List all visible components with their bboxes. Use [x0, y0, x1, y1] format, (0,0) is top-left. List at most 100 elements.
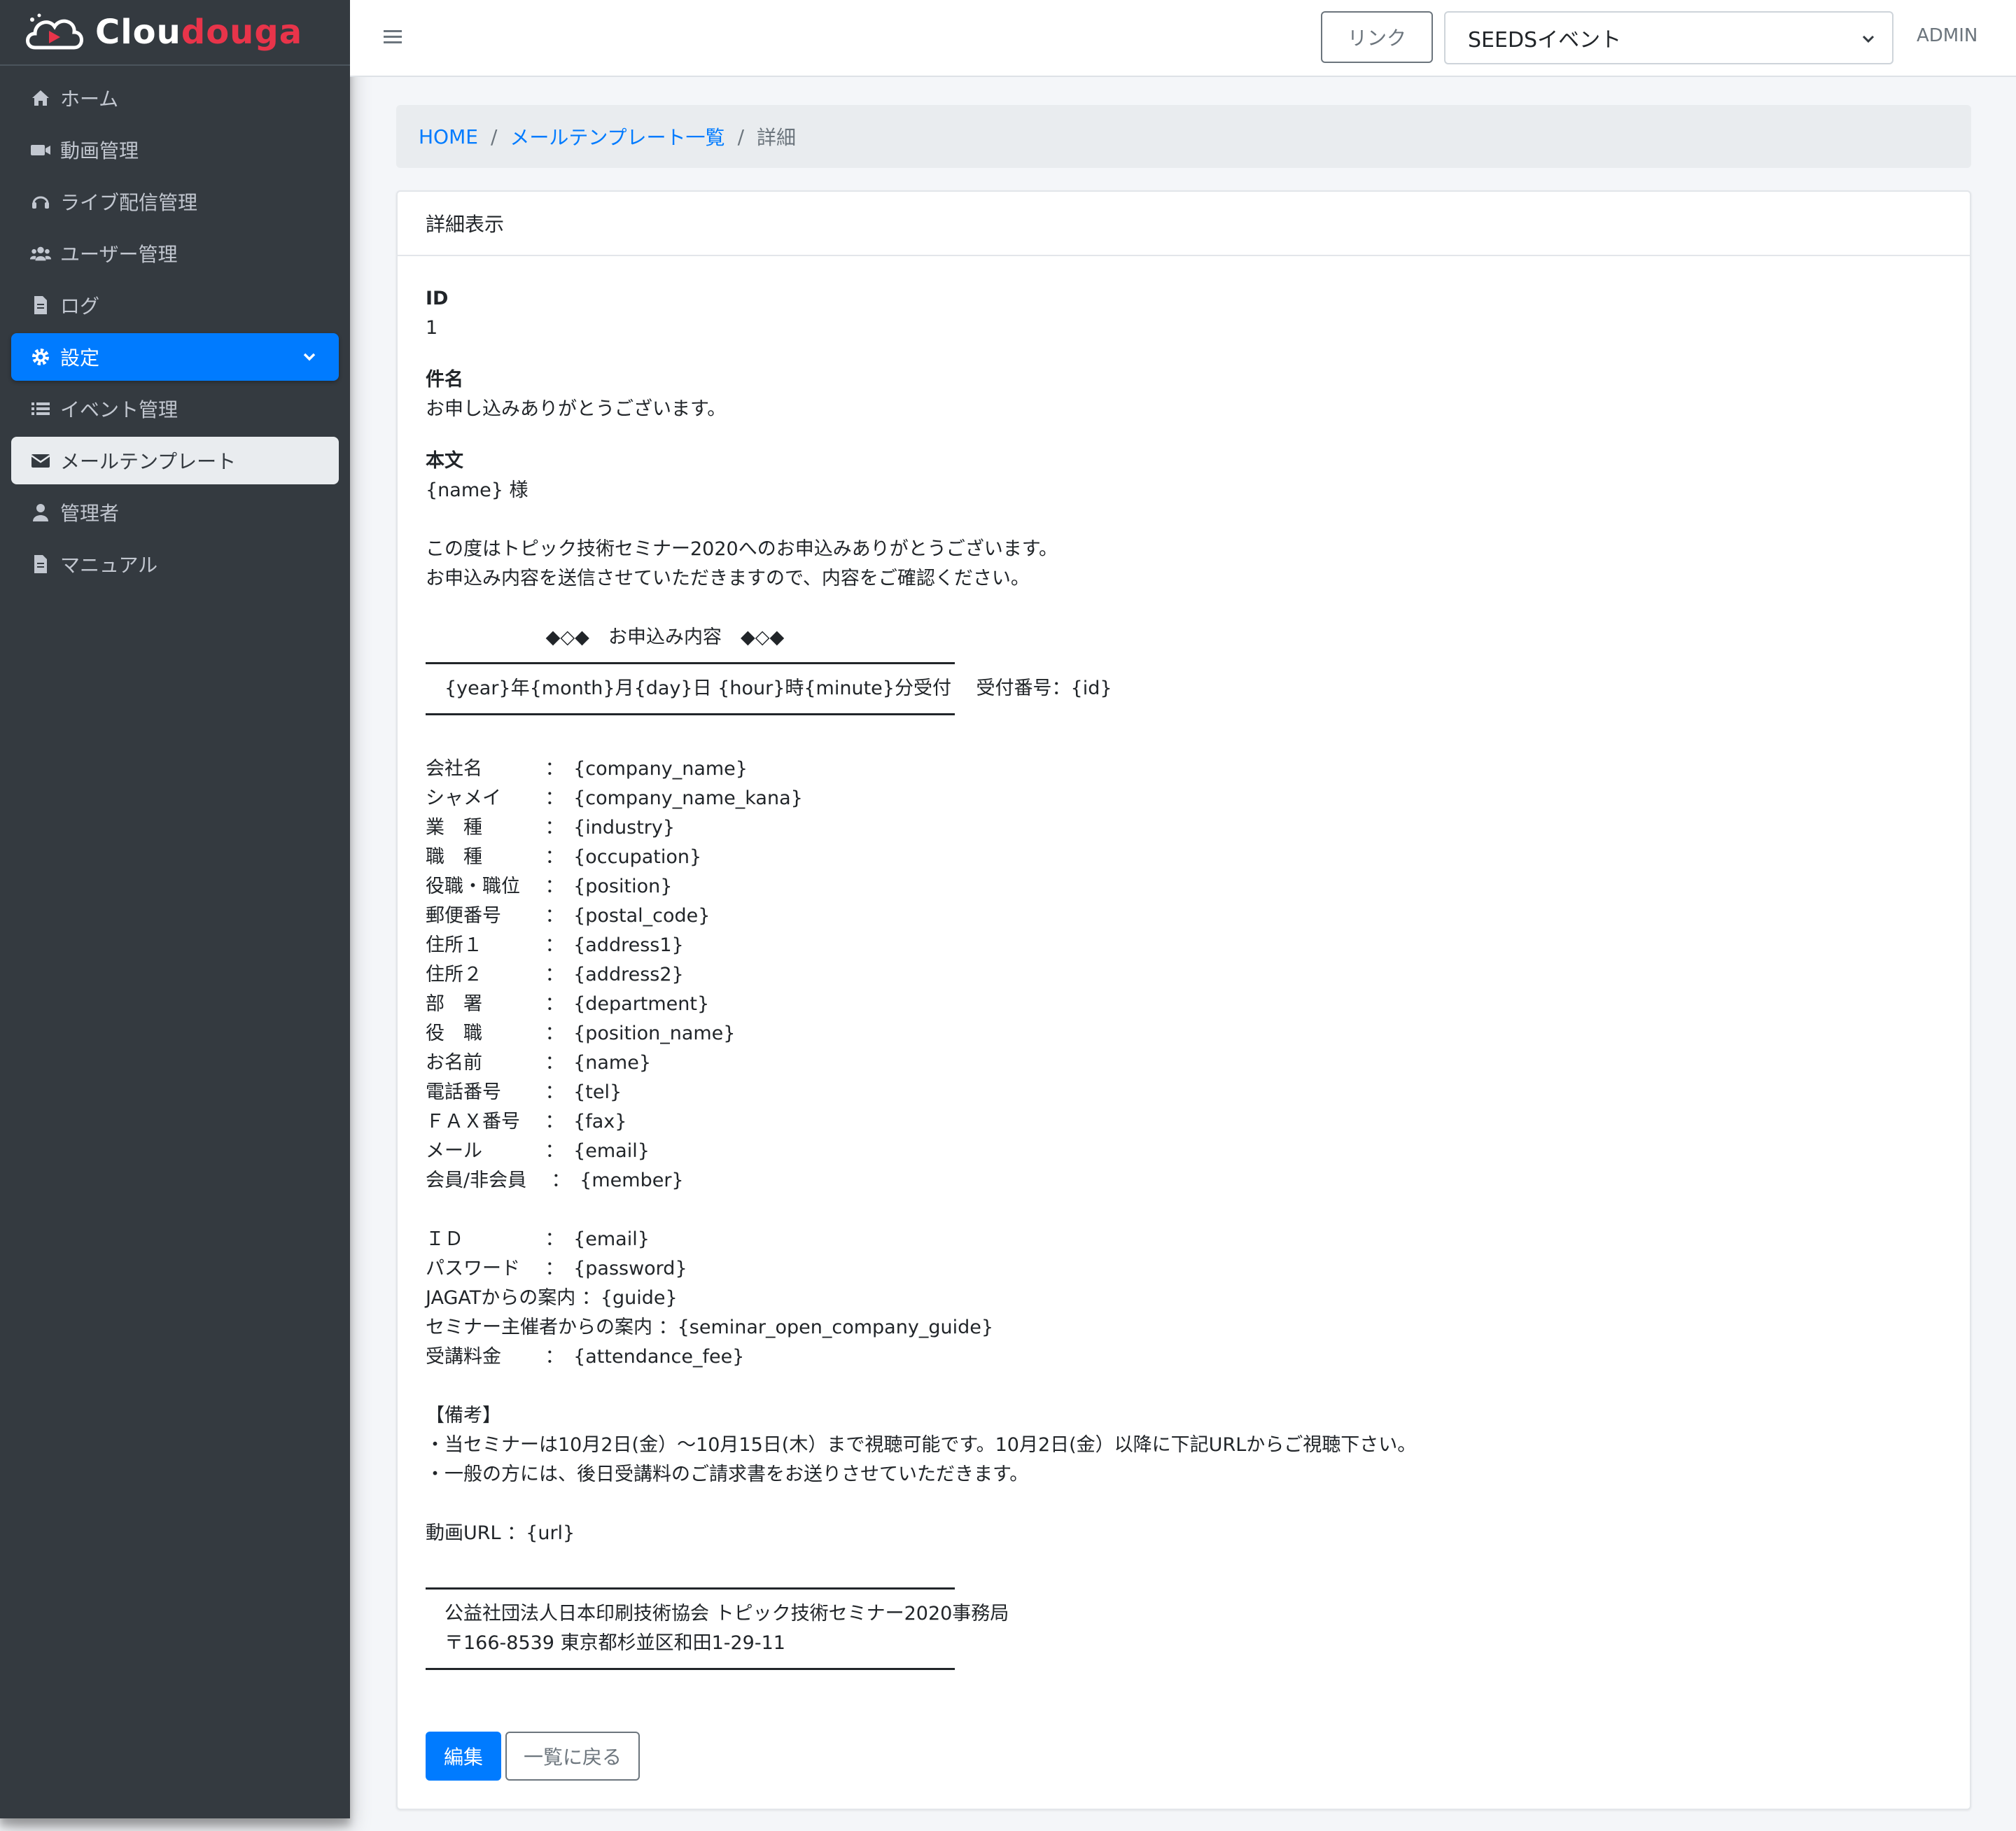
- chevron-down-icon: [1862, 35, 1875, 43]
- home-icon: [29, 87, 52, 109]
- edit-button[interactable]: 編集: [426, 1732, 501, 1781]
- body-line: 公益社団法人日本印刷技術協会 トピック技術セミナー2020事務局: [426, 1603, 1009, 1625]
- body-text: {name} 様この度はトピック技術セミナー2020へのお申込みありがとうござい…: [426, 476, 1942, 1670]
- body-line: ◆◇◆ お申込み内容 ◆◇◆: [426, 626, 785, 648]
- body-line: シャメイ ： {company_name_kana}: [426, 787, 803, 809]
- sidebar-item-users[interactable]: ユーザー管理: [11, 230, 339, 277]
- action-buttons: 編集 一覧に戻る: [426, 1732, 640, 1781]
- brand-name: Cloudouga: [95, 13, 303, 52]
- sidebar-item-label: マニュアル: [60, 554, 158, 577]
- body-line: ＩＤ ： {email}: [426, 1228, 650, 1250]
- card-header: 詳細表示: [398, 192, 1970, 256]
- sidebar-item-label: 動画管理: [60, 139, 139, 162]
- body-line: お名前 ： {name}: [426, 1052, 652, 1074]
- sidebar-item-settings[interactable]: 設定: [11, 333, 339, 381]
- body-line: JAGATからの案内 ：{guide}: [426, 1287, 678, 1309]
- chevron-down-icon: [303, 353, 316, 361]
- sidebar-item-video[interactable]: 動画管理: [11, 126, 339, 174]
- body-divider: [426, 662, 955, 664]
- body-line: メール ： {email}: [426, 1140, 650, 1162]
- body-line: {year}年{month}月{day}日 {hour}時{minute}分受付…: [426, 678, 1112, 699]
- body-line: 職 種 ： {occupation}: [426, 846, 702, 868]
- users-icon: [29, 242, 52, 265]
- sidebar-item-label: イベント管理: [60, 398, 178, 421]
- body-line: [426, 725, 1942, 755]
- file-icon: [29, 553, 52, 575]
- body-label: 本文: [426, 450, 463, 472]
- body-line: 【備考】: [426, 1405, 501, 1426]
- id-value: 1: [426, 317, 438, 339]
- file-icon: [29, 294, 52, 316]
- body-divider: [426, 713, 955, 715]
- body-line: [426, 594, 1942, 623]
- breadcrumb: HOME / メールテンプレート一覧 / 詳細: [396, 105, 1971, 168]
- body-line: [426, 1195, 1942, 1225]
- body-line: 会社名 ： {company_name}: [426, 758, 748, 780]
- body-line: ・一般の方には、後日受講料のご請求書をお送りさせていただきます。: [426, 1464, 1029, 1485]
- card-body: ID 1 件名 お申し込みありがとうございます。 本文 {name} 様この度は…: [398, 256, 1970, 1670]
- body-line: 部 署 ： {department}: [426, 993, 710, 1015]
- breadcrumb-list-link[interactable]: メールテンプレート一覧: [510, 122, 724, 150]
- body-line: 住所１ ： {address1}: [426, 934, 684, 956]
- envelope-icon: [29, 449, 52, 472]
- sidebar: Cloudouga ホーム 動画管理 ライブ配信管理 ユーザー管理 ログ 設定: [0, 0, 350, 1818]
- sidebar-item-label: ログ: [60, 295, 100, 318]
- body-line: [426, 505, 1942, 535]
- body-line: 住所２ ： {address2}: [426, 964, 684, 985]
- event-select-value: SEEDSイベント: [1468, 28, 1622, 52]
- body-line: 役職・職位 ： {position}: [426, 876, 673, 897]
- body-line: お申込み内容を送信させていただきますので、内容をご確認ください。: [426, 568, 1030, 589]
- sidebar-item-label: 管理者: [60, 502, 120, 525]
- body-line: パスワード ： {password}: [426, 1258, 687, 1279]
- sidebar-item-mail-template[interactable]: メールテンプレート: [11, 437, 339, 484]
- headset-icon: [29, 190, 52, 213]
- id-label: ID: [426, 288, 449, 309]
- sidebar-item-label: ホーム: [60, 87, 119, 111]
- body-line: ・当セミナーは10月2日(金）〜10月15日(木）まで視聴可能です。10月2日(…: [426, 1434, 1417, 1456]
- body-line: 電話番号 ： {tel}: [426, 1081, 622, 1103]
- body-divider: [426, 1587, 955, 1590]
- body-line: [426, 1372, 1942, 1401]
- video-icon: [29, 139, 52, 161]
- link-button[interactable]: リンク: [1321, 11, 1433, 63]
- detail-card: 詳細表示 ID 1 件名 お申し込みありがとうございます。 本文 {name} …: [396, 190, 1971, 1810]
- body-line: ＦＡＸ番号 ： {fax}: [426, 1111, 627, 1132]
- body-line: セミナー主催者からの案内 ：{seminar_open_company_guid…: [426, 1317, 994, 1338]
- sidebar-item-label: メールテンプレート: [60, 450, 237, 473]
- hamburger-menu-icon[interactable]: [382, 27, 403, 48]
- event-select[interactable]: SEEDSイベント: [1444, 11, 1893, 64]
- back-to-list-button[interactable]: 一覧に戻る: [505, 1732, 640, 1781]
- body-line: 動画URL ：{url}: [426, 1522, 575, 1544]
- body-divider: [426, 1668, 955, 1670]
- breadcrumb-home-link[interactable]: HOME: [419, 125, 478, 148]
- sidebar-item-log[interactable]: ログ: [11, 281, 339, 329]
- admin-user-label[interactable]: ADMIN: [1917, 25, 1977, 46]
- gear-icon: [29, 346, 52, 368]
- body-line: 郵便番号 ： {postal_code}: [426, 905, 710, 927]
- sidebar-item-admin[interactable]: 管理者: [11, 489, 339, 536]
- body-line: 役 職 ： {position_name}: [426, 1023, 736, 1044]
- body-line: 〒166-8539 東京都杉並区和田1-29-11: [426, 1632, 785, 1654]
- body-line: 受講料金 ： {attendance_fee}: [426, 1346, 745, 1368]
- sidebar-item-manual[interactable]: マニュアル: [11, 540, 339, 588]
- body-line: {name} 様: [426, 479, 528, 501]
- cloud-play-logo-icon: [26, 13, 83, 50]
- brand-logo[interactable]: Cloudouga: [0, 0, 350, 66]
- body-line: 業 種 ： {industry}: [426, 817, 676, 839]
- sidebar-item-live[interactable]: ライブ配信管理: [11, 178, 339, 225]
- sidebar-item-home[interactable]: ホーム: [11, 74, 339, 122]
- sidebar-item-event-management[interactable]: イベント管理: [11, 385, 339, 433]
- subject-value: お申し込みありがとうございます。: [426, 398, 727, 420]
- sidebar-item-label: ライブ配信管理: [60, 191, 198, 214]
- body-line: 会員/非会員 ： {member}: [426, 1170, 684, 1191]
- subject-label: 件名: [426, 369, 463, 391]
- breadcrumb-separator: /: [490, 125, 498, 148]
- top-navbar: リンク SEEDSイベント ADMIN: [350, 0, 2016, 77]
- breadcrumb-separator: /: [737, 125, 744, 148]
- user-icon: [29, 501, 52, 524]
- list-icon: [29, 398, 52, 420]
- breadcrumb-current: 詳細: [757, 126, 797, 149]
- sidebar-nav: ホーム 動画管理 ライブ配信管理 ユーザー管理 ログ 設定 イベント管理 メール…: [0, 74, 350, 588]
- sidebar-item-label: 設定: [60, 346, 100, 370]
- body-line: [426, 1489, 1942, 1519]
